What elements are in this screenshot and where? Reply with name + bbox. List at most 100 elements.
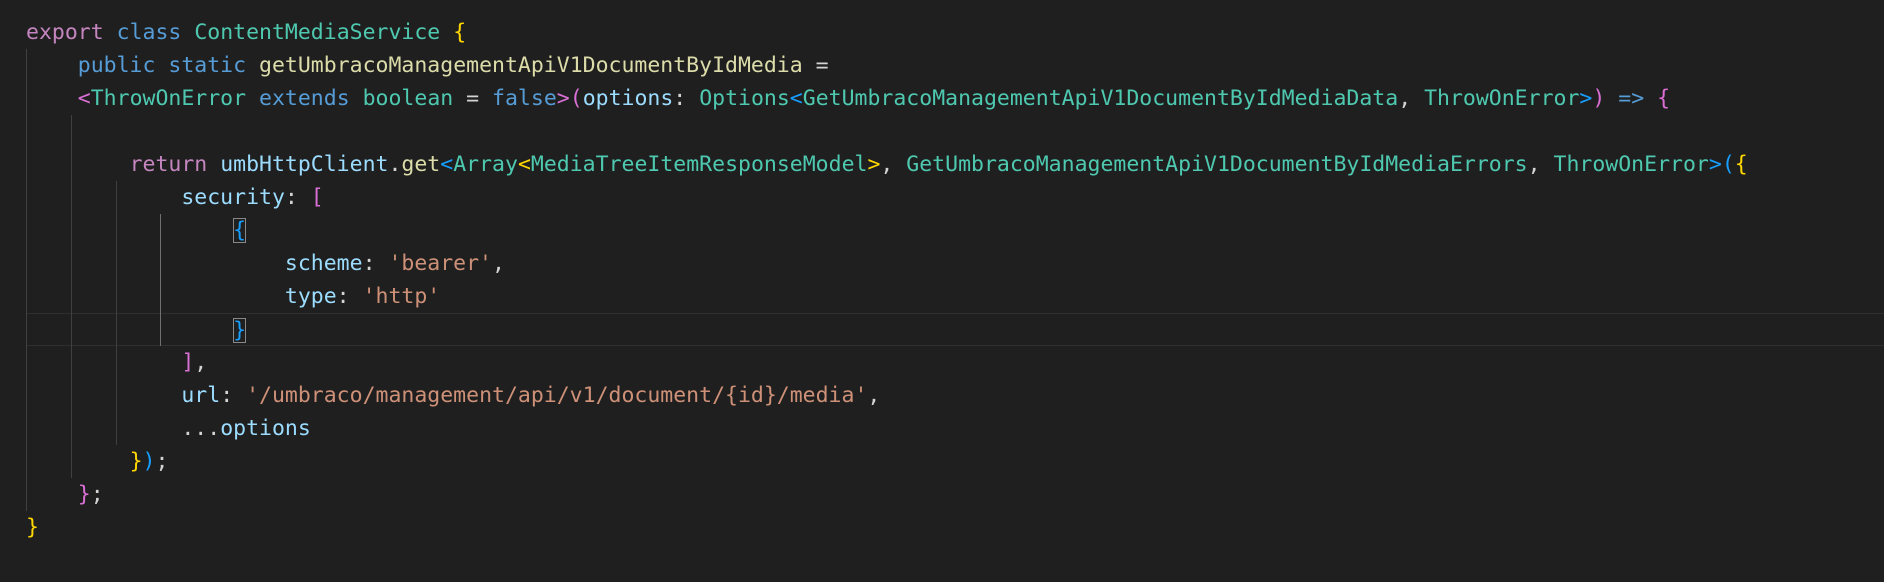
token-br2: > bbox=[556, 86, 570, 111]
code-line[interactable]: return umbHttpClient.get<Array<MediaTree… bbox=[0, 148, 1884, 181]
token-var: options bbox=[582, 86, 674, 111]
code-line[interactable]: <ThrowOnError extends boolean = false>(o… bbox=[0, 82, 1884, 115]
token-br3: < bbox=[789, 86, 803, 111]
token-typ: ThrowOnError bbox=[1424, 86, 1580, 111]
code-line-text: }); bbox=[26, 445, 169, 478]
token-br2: ] bbox=[181, 350, 195, 375]
token: : bbox=[220, 383, 247, 408]
code-line[interactable]: }; bbox=[0, 478, 1884, 511]
token-var: options bbox=[220, 416, 311, 441]
token: : bbox=[362, 251, 389, 276]
token-br3: } bbox=[233, 318, 247, 343]
token: = bbox=[802, 53, 842, 78]
token-br3: > bbox=[1579, 86, 1593, 111]
code-line-text: url: '/umbraco/management/api/v1/documen… bbox=[26, 379, 880, 412]
token-typ: Options bbox=[699, 86, 790, 111]
token-kw: public bbox=[77, 53, 156, 78]
token: , bbox=[880, 152, 907, 177]
code-line-text: { bbox=[26, 214, 247, 247]
indent-guide bbox=[71, 115, 72, 478]
code-line[interactable]: { bbox=[0, 214, 1884, 247]
token-str: 'http' bbox=[362, 284, 441, 309]
token-br1: < bbox=[517, 152, 531, 177]
token-typ: ContentMediaService bbox=[194, 20, 441, 45]
code-line-text: type: 'http' bbox=[26, 280, 440, 313]
token-br1: > bbox=[867, 152, 881, 177]
token-br2: [ bbox=[310, 185, 324, 210]
token-typ: boolean bbox=[362, 86, 454, 111]
token-br2: ) bbox=[1592, 86, 1606, 111]
token-var: security bbox=[181, 185, 285, 210]
token-fn: getUmbracoManagementApiV1DocumentByIdMed… bbox=[259, 53, 803, 78]
code-line[interactable]: ...options bbox=[0, 412, 1884, 445]
code-line-text: public static getUmbracoManagementApiV1D… bbox=[26, 49, 842, 82]
token-br1: } bbox=[26, 515, 39, 540]
token-fn: get bbox=[401, 152, 441, 177]
code-line[interactable]: ], bbox=[0, 346, 1884, 379]
token-kw: => bbox=[1618, 86, 1645, 111]
token: ... bbox=[181, 416, 221, 441]
token-kw: class bbox=[116, 20, 182, 45]
code-line[interactable] bbox=[0, 115, 1884, 148]
token-br3: ( bbox=[1721, 152, 1735, 177]
token-kw: static bbox=[168, 53, 247, 78]
token: : bbox=[673, 86, 700, 111]
token-typ: Array bbox=[453, 152, 518, 177]
token: , bbox=[194, 350, 208, 375]
token-typ: GetUmbracoManagementApiV1DocumentByIdMed… bbox=[906, 152, 1528, 177]
code-line[interactable]: url: '/umbraco/management/api/v1/documen… bbox=[0, 379, 1884, 412]
token-var: type bbox=[284, 284, 337, 309]
code-line-text: scheme: 'bearer', bbox=[26, 247, 505, 280]
code-line[interactable]: } bbox=[26, 313, 1884, 346]
code-line[interactable]: public static getUmbracoManagementApiV1D… bbox=[0, 49, 1884, 82]
token-br3: < bbox=[440, 152, 454, 177]
token-str: '/umbraco/management/api/v1/document/{id… bbox=[246, 383, 868, 408]
token-br2: } bbox=[77, 482, 91, 507]
token-var: scheme bbox=[284, 251, 363, 276]
token-br1: } bbox=[129, 449, 143, 474]
code-line[interactable]: type: 'http' bbox=[0, 280, 1884, 313]
code-line-text: } bbox=[26, 511, 39, 544]
token: , bbox=[1527, 152, 1554, 177]
token-br3: > bbox=[1708, 152, 1722, 177]
token-br1: { bbox=[1734, 152, 1748, 177]
code-line[interactable]: security: [ bbox=[0, 181, 1884, 214]
code-line[interactable]: scheme: 'bearer', bbox=[0, 247, 1884, 280]
token: , bbox=[492, 251, 505, 276]
token-typ: MediaTreeItemResponseModel bbox=[530, 152, 868, 177]
token-br1: { bbox=[453, 20, 467, 45]
token-kw: extends bbox=[259, 86, 350, 111]
indent-guide bbox=[26, 49, 27, 511]
token-br2: < bbox=[77, 86, 91, 111]
code-line[interactable]: export class ContentMediaService { bbox=[0, 16, 1884, 49]
code-editor[interactable]: export class ContentMediaService { publi… bbox=[0, 0, 1884, 582]
token: . bbox=[388, 152, 402, 177]
token-typ: GetUmbracoManagementApiV1DocumentByIdMed… bbox=[802, 86, 1399, 111]
code-line-text: } bbox=[26, 314, 247, 347]
code-line[interactable]: } bbox=[0, 511, 1884, 544]
code-line-text: export class ContentMediaService { bbox=[26, 16, 466, 49]
code-line[interactable]: }); bbox=[0, 445, 1884, 478]
token-typ: ThrowOnError bbox=[1553, 152, 1709, 177]
token-ctl: export bbox=[26, 20, 104, 45]
token: , bbox=[1398, 86, 1425, 111]
token-ctl: return bbox=[129, 152, 208, 177]
token-kw: false bbox=[492, 86, 557, 111]
code-line-text: ...options bbox=[26, 412, 311, 445]
